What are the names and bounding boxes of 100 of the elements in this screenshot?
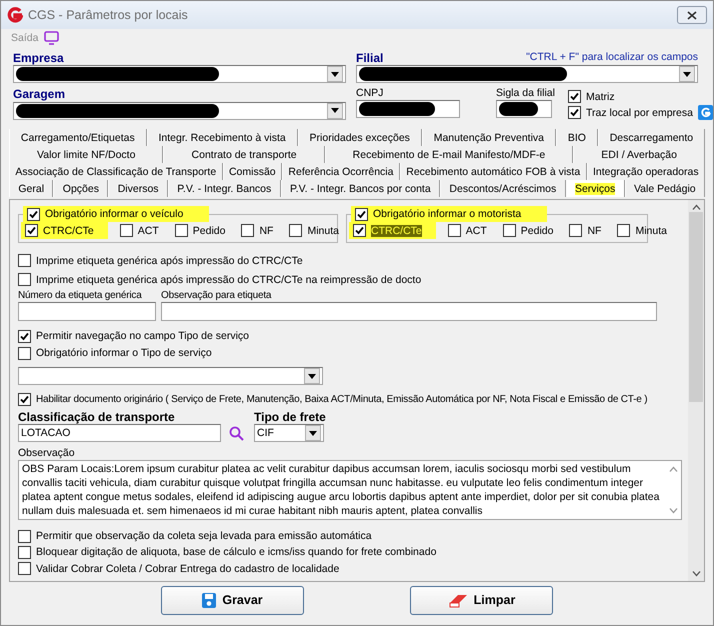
checkbox-label: Imprime etiqueta genérica após impressão do CTRC/CTe na reimpressão de docto	[36, 274, 422, 286]
monitor-icon[interactable]	[44, 31, 60, 45]
checkbox[interactable]	[289, 224, 302, 238]
scroll-up-icon[interactable]	[692, 204, 700, 210]
tab[interactable]: Recebimento de E-mail Manifesto/MDF-e	[324, 146, 574, 164]
hint-text: "CTRL + F" para localizar os campos	[526, 51, 698, 65]
checkbox-label: Matriz	[586, 90, 615, 104]
checkbox[interactable]	[355, 208, 368, 221]
checkbox[interactable]	[568, 90, 581, 104]
checkbox[interactable]	[568, 106, 581, 120]
tab[interactable]: Recebimento automático FOB à vista	[400, 163, 587, 180]
field-label: CNPJ	[356, 87, 384, 100]
checkbox-label: Bloquear digitação de aliquota, base de cálculo e icms/iss quando for frete combinado	[36, 546, 436, 559]
checkbox-label: Obrigatório informar o Tipo de serviço	[36, 346, 212, 360]
tab[interactable]: Valor limite NF/Docto	[9, 146, 164, 164]
checkbox-label: Permitir navegação no campo Tipo de serviço	[36, 330, 250, 343]
checkbox-label: Obrigatório informar o motorista	[373, 207, 522, 222]
tab[interactable]: Vale Pedágio	[624, 180, 706, 198]
field-label: Tipo de frete	[254, 410, 326, 424]
tab[interactable]: Descontos/Acréscimos	[440, 180, 566, 198]
close-button[interactable]	[677, 6, 707, 24]
checkbox[interactable]	[120, 224, 133, 238]
dropdown[interactable]	[18, 367, 323, 386]
checkbox[interactable]	[25, 224, 38, 238]
tab[interactable]: Diversos	[108, 180, 168, 198]
field-value: LOTACAO	[21, 426, 70, 440]
input-field[interactable]	[13, 65, 346, 84]
checkbox[interactable]	[353, 224, 366, 238]
clear-button[interactable]: Limpar	[410, 586, 553, 616]
scroll-down-icon[interactable]	[669, 508, 678, 514]
checkbox[interactable]	[18, 546, 31, 560]
dropdown-arrow-icon[interactable]	[331, 108, 339, 114]
scroll-up-icon[interactable]	[669, 466, 678, 472]
checkbox[interactable]	[18, 346, 31, 360]
tab[interactable]: Carregamento/Etiquetas	[9, 129, 147, 146]
checkbox[interactable]	[18, 330, 31, 344]
tab[interactable]: Geral	[9, 180, 54, 198]
scroll-down-icon[interactable]	[692, 571, 700, 578]
search-icon[interactable]	[229, 426, 244, 441]
checkbox[interactable]	[18, 273, 31, 286]
checkbox[interactable]	[617, 224, 630, 238]
field-value: CIF	[257, 426, 274, 440]
save-button[interactable]: Gravar	[161, 586, 304, 616]
tab[interactable]: Integração operadoras	[586, 163, 705, 180]
app-logo-icon[interactable]	[698, 105, 713, 120]
checkbox[interactable]	[448, 224, 461, 238]
checkbox[interactable]	[502, 224, 516, 238]
checkbox[interactable]	[18, 530, 31, 543]
input-field[interactable]	[496, 100, 552, 118]
dropdown[interactable]: CIF	[254, 424, 324, 442]
checkbox-label: Minuta	[307, 224, 339, 238]
checkbox[interactable]	[27, 208, 40, 221]
checkbox-label: Permitir que observação da coleta seja levada para emissão automática	[36, 530, 372, 542]
checkbox-label: NF	[259, 224, 274, 238]
dropdown-arrow-icon[interactable]	[309, 430, 317, 436]
tab[interactable]: Contrato de transporte	[163, 146, 325, 164]
checkbox[interactable]	[18, 393, 31, 406]
tab[interactable]: Serviços	[566, 180, 625, 198]
tab[interactable]: Descarregamento	[598, 129, 706, 146]
tab[interactable]: BIO	[556, 129, 598, 146]
input-field[interactable]	[356, 100, 460, 118]
input-field[interactable]	[161, 302, 657, 322]
field-label: Sigla da filial	[496, 87, 554, 100]
field-label: Observação para etiqueta	[161, 290, 272, 302]
tab[interactable]: Opções	[53, 180, 108, 198]
app-logo-icon	[7, 7, 23, 23]
checkbox-label: CTRC/CTe	[371, 224, 422, 238]
checkbox-label: ACT	[138, 224, 159, 238]
checkbox[interactable]	[569, 224, 582, 238]
tab[interactable]: EDI / Averbação	[573, 146, 705, 164]
input-field[interactable]: LOTACAO	[18, 424, 221, 442]
checkbox[interactable]	[174, 224, 188, 238]
checkbox[interactable]	[241, 224, 254, 238]
tab[interactable]: Integr. Recebimento à vista	[146, 129, 298, 146]
field-label: Observação	[18, 447, 76, 460]
dropdown-arrow-icon[interactable]	[308, 374, 316, 379]
checkbox-label: Pedido	[192, 224, 226, 238]
field-label: Filial	[356, 51, 384, 66]
tab[interactable]: Comissão	[222, 163, 282, 180]
tab[interactable]: P.V. - Integr. Bancos por conta	[280, 180, 440, 198]
input-field[interactable]	[356, 65, 698, 84]
checkbox-label: Minuta	[635, 224, 667, 238]
tab[interactable]: P.V. - Integr. Bancos	[168, 180, 281, 198]
checkbox-label: NF	[587, 224, 602, 238]
tab[interactable]: Manutenção Preventiva	[422, 129, 556, 146]
checkbox-label: Validar Cobrar Coleta / Cobrar Entrega do cadastro de localidade	[36, 562, 340, 576]
checkbox[interactable]	[18, 562, 31, 576]
tab[interactable]: Associação de Classificação de Transporte	[9, 163, 223, 180]
checkbox-label: Imprime etiqueta genérica após impressão do CTRC/CTe	[36, 254, 303, 268]
tab[interactable]: Prioridades exceções	[298, 129, 422, 146]
input-field[interactable]	[13, 102, 346, 120]
checkbox-label: CTRC/CTe	[43, 224, 94, 238]
checkbox[interactable]	[18, 254, 31, 268]
tab[interactable]: Referência Ocorrência	[282, 163, 400, 180]
dropdown-arrow-icon[interactable]	[683, 72, 691, 77]
window-title: CGS - Parâmetros por locais	[28, 8, 188, 22]
dropdown-arrow-icon[interactable]	[331, 72, 339, 77]
input-field[interactable]	[18, 302, 156, 322]
scrollbar[interactable]	[688, 200, 704, 582]
field-label: Classificação de transporte	[18, 410, 176, 424]
